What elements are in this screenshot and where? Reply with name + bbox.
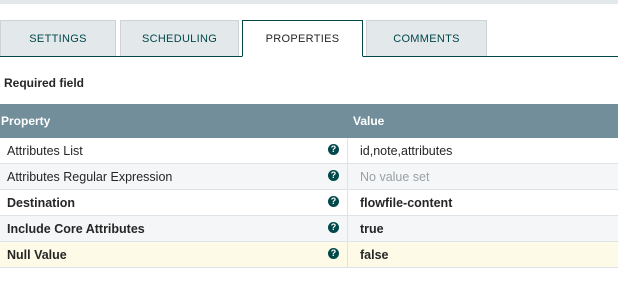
table-row[interactable]: Destination ? flowfile-content <box>0 190 618 216</box>
top-strip <box>0 0 618 4</box>
column-header-value[interactable]: Value <box>353 114 384 128</box>
property-value[interactable]: false <box>360 248 389 262</box>
tab-comments[interactable]: COMMENTS <box>366 20 487 56</box>
property-name: Include Core Attributes <box>7 222 145 236</box>
property-value[interactable]: No value set <box>360 170 429 184</box>
tab-settings[interactable]: SETTINGS <box>0 20 116 56</box>
property-value[interactable]: id,note,attributes <box>360 144 452 158</box>
property-name: Null Value <box>7 248 67 262</box>
property-value[interactable]: flowfile-content <box>360 196 452 210</box>
property-name: Destination <box>7 196 76 210</box>
column-divider <box>347 138 348 163</box>
table-header: Property Value <box>0 104 618 138</box>
help-icon[interactable]: ? <box>328 144 339 155</box>
table-row[interactable]: Attributes List ? id,note,attributes <box>0 138 618 164</box>
column-divider <box>347 216 348 241</box>
help-icon[interactable]: ? <box>328 170 339 181</box>
table-row[interactable]: Include Core Attributes ? true <box>0 216 618 242</box>
property-name: Attributes Regular Expression <box>7 170 173 184</box>
help-icon[interactable]: ? <box>328 196 339 207</box>
tab-properties[interactable]: PROPERTIES <box>242 20 363 57</box>
help-icon[interactable]: ? <box>328 222 339 233</box>
table-row-selected[interactable]: Null Value ? false <box>0 242 618 268</box>
tab-scheduling[interactable]: SCHEDULING <box>120 20 239 56</box>
property-value[interactable]: true <box>360 222 384 236</box>
help-icon[interactable]: ? <box>328 248 339 259</box>
tab-bar: SETTINGS SCHEDULING PROPERTIES COMMENTS <box>0 20 618 57</box>
required-field-note: Required field <box>4 76 85 90</box>
table-row[interactable]: Attributes Regular Expression ? No value… <box>0 164 618 190</box>
properties-table: Property Value Attributes List ? id,note… <box>0 104 618 268</box>
column-header-property[interactable]: Property <box>1 114 50 128</box>
column-divider <box>347 242 348 267</box>
column-divider <box>347 164 348 189</box>
property-name: Attributes List <box>7 144 83 158</box>
column-divider <box>347 190 348 215</box>
